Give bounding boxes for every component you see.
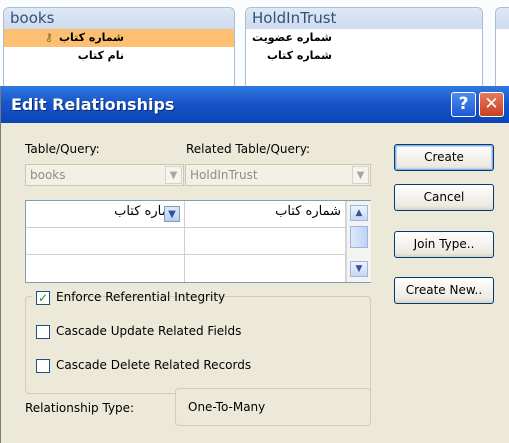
chevron-down-icon[interactable]: ▼ <box>164 206 180 222</box>
grid-cell-value: شماره کتاب <box>275 204 341 219</box>
scroll-thumb[interactable] <box>350 226 368 248</box>
table-partial-caption <box>496 8 509 29</box>
grid-cell-left[interactable] <box>26 255 185 282</box>
field-book-number[interactable]: شماره کتاب <box>246 47 482 65</box>
table-query-combo: books ▼ <box>25 164 184 186</box>
table-books[interactable]: books شماره کتاب ⚷ نام کتاب <box>3 7 235 90</box>
field-label: شماره عضویت <box>251 31 332 44</box>
relationship-type-value: One-To-Many <box>175 388 371 426</box>
join-type-button[interactable]: Join Type.. <box>394 231 494 258</box>
field-label: شماره کتاب <box>266 49 332 62</box>
key-icon: ⚷ <box>44 31 53 44</box>
field-book-number[interactable]: شماره کتاب ⚷ <box>4 29 234 47</box>
chevron-down-icon: ▼ <box>165 166 182 184</box>
related-table-query-combo: HoldInTrust ▼ <box>185 164 371 186</box>
help-button[interactable]: ? <box>451 92 476 117</box>
integrity-options-group: ✓ Enforce Referential Integrity Cascade … <box>25 288 371 394</box>
cascade-delete-checkbox[interactable] <box>36 359 50 373</box>
enforce-integrity-label[interactable]: Enforce Referential Integrity <box>56 290 225 304</box>
table-holdintrust[interactable]: HoldInTrust شماره عضویت شماره کتاب <box>245 7 483 90</box>
dialog-title: Edit Relationships <box>11 95 175 114</box>
enforce-integrity-checkbox[interactable]: ✓ <box>36 291 50 305</box>
cascade-update-label[interactable]: Cascade Update Related Fields <box>56 324 241 338</box>
grid-cell-left[interactable]: شماره کتاب <box>26 201 185 228</box>
close-button[interactable]: ✕ <box>479 92 504 117</box>
field-membership-number[interactable]: شماره عضویت <box>246 29 482 47</box>
table-books-caption[interactable]: books <box>4 8 234 29</box>
table-query-value: books <box>30 168 66 182</box>
create-new-button[interactable]: Create New.. <box>394 277 494 304</box>
cancel-button[interactable]: Cancel <box>394 184 494 211</box>
related-table-query-label: Related Table/Query: <box>186 142 311 156</box>
relationships-pane: books شماره کتاب ⚷ نام کتاب HoldInTrust ش… <box>0 0 509 90</box>
edit-relationships-dialog: Edit Relationships ? ✕ Table/Query: Rela… <box>0 86 509 443</box>
relationship-type-label: Relationship Type: <box>25 401 135 415</box>
field-book-name[interactable]: نام کتاب <box>4 47 234 65</box>
cascade-delete-label[interactable]: Cascade Delete Related Records <box>56 358 251 372</box>
grid-cell-right[interactable] <box>185 255 346 282</box>
field-mapping-grid: شماره کتاب ▼ شماره کتاب ▲ ▼ <box>25 200 371 283</box>
create-button[interactable]: Create <box>394 144 494 171</box>
chevron-down-icon: ▼ <box>352 166 369 184</box>
scroll-up-button[interactable]: ▲ <box>350 205 368 221</box>
related-table-query-value: HoldInTrust <box>190 168 258 182</box>
grid-cell-right[interactable]: شماره کتاب <box>185 201 346 228</box>
grid-cell-left[interactable] <box>26 228 185 255</box>
dialog-titlebar[interactable]: Edit Relationships ? ✕ <box>1 86 509 123</box>
table-partial[interactable] <box>495 7 509 90</box>
scroll-down-button[interactable]: ▼ <box>350 261 368 277</box>
field-label: نام کتاب <box>77 49 124 62</box>
field-label: شماره کتاب <box>58 31 124 44</box>
table-query-label: Table/Query: <box>25 142 100 156</box>
grid-scrollbar[interactable]: ▲ ▼ <box>346 201 371 282</box>
grid-cell-right[interactable] <box>185 228 346 255</box>
cascade-update-checkbox[interactable] <box>36 325 50 339</box>
table-holdintrust-caption[interactable]: HoldInTrust <box>246 8 482 29</box>
